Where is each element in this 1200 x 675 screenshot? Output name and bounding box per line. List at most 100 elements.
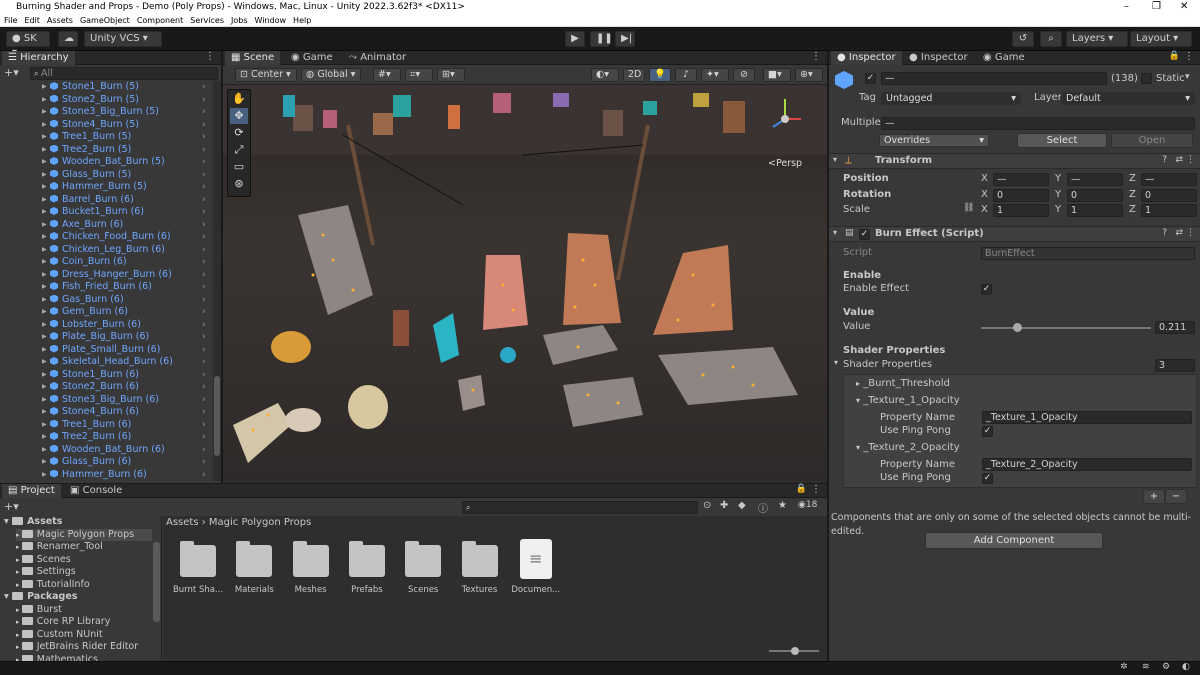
object-name-field[interactable]: — [881, 72, 1107, 85]
open-button[interactable]: Open [1111, 133, 1193, 148]
hierarchy-item[interactable]: ▶ Hammer_Burn (5) [42, 181, 147, 194]
expand-icon[interactable]: ▶ [42, 156, 47, 169]
shader-count-field[interactable]: 3 [1155, 359, 1195, 372]
chevron-right-icon[interactable]: › [202, 431, 212, 444]
expand-icon[interactable]: ▶ [42, 231, 47, 244]
maximize-icon[interactable]: ❐ [1152, 0, 1161, 14]
tab-hierarchy[interactable]: ☰ Hierarchy [2, 51, 75, 65]
menu-item[interactable]: File [4, 16, 17, 25]
property-name-field[interactable]: _Texture_2_Opacity [982, 458, 1192, 471]
tab-game[interactable]: ◉ Game [285, 51, 339, 65]
hierarchy-item[interactable]: ▶ Gas_Burn (6) [42, 294, 124, 307]
tree-folder[interactable]: ▸ Settings [16, 566, 76, 579]
chevron-right-icon[interactable]: › [202, 306, 212, 319]
cloud-icon[interactable]: ☁ [58, 31, 78, 47]
chevron-right-icon[interactable]: › [202, 469, 212, 482]
tree-folder[interactable]: ▸ Renamer_Tool [16, 541, 103, 554]
value-field[interactable]: 0.211 [1155, 321, 1195, 334]
hierarchy-item[interactable]: ▶ Coin_Burn (6) [42, 256, 127, 269]
hierarchy-item[interactable]: ▶ Barrel_Burn (6) [42, 194, 134, 207]
position-x-field[interactable]: — [993, 173, 1049, 186]
scale-y-field[interactable]: 1 [1067, 204, 1123, 217]
chevron-right-icon[interactable]: › [202, 194, 212, 207]
history-icon[interactable]: ↺ [1012, 31, 1034, 47]
active-checkbox[interactable]: ✓ [865, 73, 876, 84]
rotation-y-field[interactable]: 0 [1067, 189, 1123, 202]
grid-icon[interactable]: #▾ [373, 68, 401, 82]
burn-enabled-checkbox[interactable]: ✓ [859, 229, 870, 240]
hierarchy-item[interactable]: ▶ Wooden_Bat_Burn (5) [42, 156, 165, 169]
chevron-right-icon[interactable]: › [202, 169, 212, 182]
rotation-z-field[interactable]: 0 [1141, 189, 1197, 202]
chevron-right-icon[interactable]: › [202, 406, 212, 419]
settings-icon[interactable]: ⚙ [1162, 662, 1170, 672]
chevron-right-icon[interactable]: › [202, 131, 212, 144]
chevron-right-icon[interactable]: › [202, 206, 212, 219]
hierarchy-item[interactable]: ▶ Bucket1_Burn (6) [42, 206, 144, 219]
expand-icon[interactable]: ▶ [42, 306, 47, 319]
hierarchy-item[interactable]: ▶ Stone4_Burn (5) [42, 119, 139, 132]
draw-mode-icon[interactable]: ◐▾ [591, 68, 619, 82]
expand-icon[interactable]: ▶ [42, 456, 47, 469]
expand-icon[interactable]: ▶ [42, 381, 47, 394]
asset-item[interactable]: Meshes [283, 541, 339, 595]
filter-icon[interactable]: ⊙ [703, 500, 711, 511]
step-button[interactable]: ▶| [615, 31, 635, 47]
layout-dropdown[interactable]: Layout ▾ [1130, 31, 1192, 47]
increment-icon[interactable]: ⊞▾ [437, 68, 465, 82]
tab-animator[interactable]: ⤳ Animator [343, 51, 412, 65]
chevron-right-icon[interactable]: › [202, 331, 212, 344]
tree-package[interactable]: ▸ Core RP Library [16, 616, 110, 629]
scale-z-field[interactable]: 1 [1141, 204, 1197, 217]
add-component-button[interactable]: Add Component [925, 532, 1103, 549]
breadcrumb-current[interactable]: Magic Polygon Props [209, 517, 311, 528]
static-checkbox[interactable] [1141, 73, 1152, 84]
account-dropdown[interactable]: ● SK ▾ [6, 31, 50, 58]
hierarchy-item[interactable]: ▶ Plate_Small_Burn (6) [42, 344, 160, 357]
hierarchy-item[interactable]: ▶ Tree1_Burn (6) [42, 419, 131, 432]
scale-x-field[interactable]: 1 [993, 204, 1049, 217]
expand-icon[interactable]: ▶ [42, 269, 47, 282]
expand-icon[interactable]: ▶ [42, 344, 47, 357]
zoom-slider-handle[interactable] [791, 647, 799, 655]
enable-effect-checkbox[interactable]: ✓ [981, 284, 992, 295]
expand-icon[interactable]: ▶ [42, 369, 47, 382]
rotation-x-field[interactable]: 0 [993, 189, 1049, 202]
expand-icon[interactable]: ▶ [42, 106, 47, 119]
expand-icon[interactable]: ▾ [834, 358, 838, 367]
hierarchy-item[interactable]: ▶ Stone2_Burn (5) [42, 94, 139, 107]
menu-item[interactable]: Edit [24, 16, 40, 25]
preset-icon[interactable]: ⇄ [1175, 228, 1183, 238]
position-z-field[interactable]: — [1141, 173, 1197, 186]
hierarchy-item[interactable]: ▶ Stone1_Burn (6) [42, 369, 139, 382]
menu-item[interactable]: Assets [47, 16, 73, 25]
type-filter-icon[interactable]: ✚ [720, 500, 728, 511]
progress-icon[interactable]: ≋ [1142, 662, 1150, 672]
axis-gizmo[interactable] [765, 93, 815, 147]
tree-packages[interactable]: ▾ Packages [4, 591, 77, 604]
menu-item[interactable]: Jobs [231, 16, 248, 25]
menu-item[interactable]: Component [137, 16, 183, 25]
vcs-dropdown[interactable]: Unity VCS ▾ [84, 31, 162, 47]
pause-button[interactable]: ❚❚ [590, 31, 613, 47]
chevron-right-icon[interactable]: › [202, 319, 212, 332]
hierarchy-item[interactable]: ▶ Wooden_Bat_Burn (6) [42, 444, 165, 457]
hierarchy-item[interactable]: ▶ Stone3_Big_Burn (6) [42, 394, 159, 407]
hierarchy-item[interactable]: ▶ Lobster_Burn (6) [42, 319, 141, 332]
expand-icon[interactable]: ▶ [42, 144, 47, 157]
tab-inspector-2[interactable]: ● Inspector [903, 51, 974, 65]
star-icon[interactable]: ★ [778, 500, 787, 511]
fx-icon[interactable]: ✦▾ [701, 68, 729, 82]
tree-package[interactable]: ▸ Burst [16, 604, 62, 617]
lock-icon[interactable]: 🔒 [1169, 51, 1180, 61]
chevron-right-icon[interactable]: › [202, 344, 212, 357]
expand-icon[interactable]: ▶ [42, 206, 47, 219]
chevron-right-icon[interactable]: › [202, 456, 212, 469]
hidden-count[interactable]: ◉18 [798, 500, 817, 510]
hierarchy-item[interactable]: ▶ Dress_Hanger_Burn (6) [42, 269, 172, 282]
expand-icon[interactable]: ▶ [42, 181, 47, 194]
visibility-icon[interactable]: ⊘ [733, 68, 755, 82]
minimize-icon[interactable]: – [1124, 0, 1129, 14]
rect-tool-icon[interactable]: ▭ [230, 159, 248, 175]
expand-icon[interactable]: ▶ [42, 331, 47, 344]
